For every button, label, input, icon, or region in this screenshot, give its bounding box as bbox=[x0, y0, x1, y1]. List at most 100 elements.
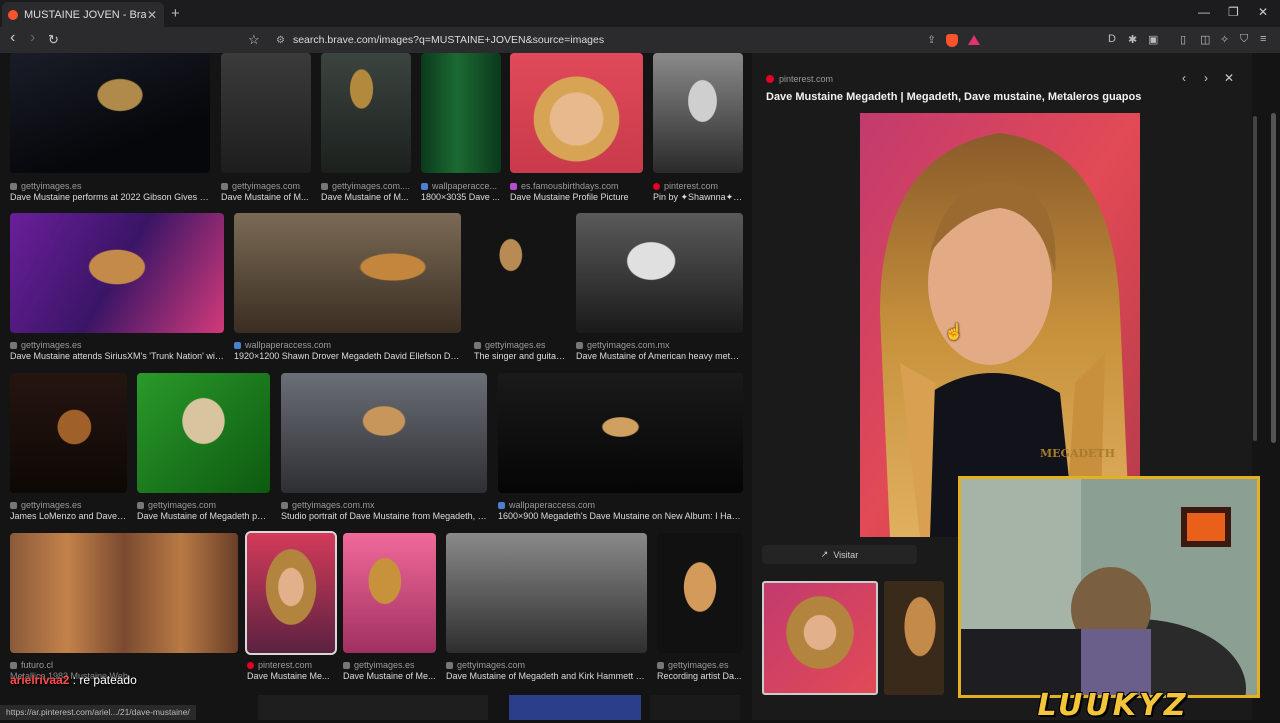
page-scrollbar[interactable] bbox=[1271, 113, 1276, 443]
result-source: gettyimages.com.... bbox=[321, 181, 410, 191]
reload-button[interactable]: ↻ bbox=[48, 32, 59, 48]
result-image[interactable] bbox=[245, 531, 337, 655]
result-caption[interactable]: Studio portrait of Dave Mustaine from Me… bbox=[281, 511, 487, 521]
status-bar-url: https://ar.pinterest.com/ariel.../21/dav… bbox=[0, 705, 196, 720]
sidebar-icon[interactable]: ▯ bbox=[1180, 33, 1186, 46]
webcam-feed bbox=[958, 476, 1260, 698]
result-image[interactable] bbox=[421, 53, 501, 173]
leo-ai-icon[interactable]: ✧ bbox=[1220, 33, 1229, 46]
famousbirthdays-icon bbox=[510, 182, 517, 190]
result-image[interactable] bbox=[10, 53, 210, 173]
result-caption[interactable]: Dave Mustaine Me... bbox=[247, 671, 335, 681]
result-image[interactable] bbox=[446, 533, 647, 653]
result-source: gettyimages.com.mx bbox=[281, 500, 375, 510]
result-caption[interactable]: James LoMenzo and Dave ... bbox=[10, 511, 127, 521]
result-image[interactable] bbox=[10, 373, 127, 493]
detail-title[interactable]: Dave Mustaine Megadeth | Megadeth, Dave … bbox=[766, 91, 1141, 103]
share-icon[interactable]: ⇪ bbox=[927, 34, 936, 46]
gettyimages-icon bbox=[657, 661, 664, 669]
result-image[interactable] bbox=[221, 53, 311, 173]
result-image[interactable] bbox=[137, 373, 270, 493]
result-caption[interactable]: Dave Mustaine of M... bbox=[221, 192, 311, 202]
gettyimages-icon bbox=[137, 501, 144, 509]
brave-shields-icon[interactable] bbox=[946, 33, 958, 47]
result-caption[interactable]: Recording artist Da... bbox=[657, 671, 743, 681]
visit-button[interactable]: ↗ Visitar bbox=[762, 545, 917, 564]
result-source: gettyimages.es bbox=[10, 340, 82, 350]
result-image-partial[interactable] bbox=[258, 695, 488, 720]
media-icon[interactable]: ▣ bbox=[1148, 33, 1158, 46]
result-caption[interactable]: Pin by ✦Shawnna✦ ... bbox=[653, 192, 743, 203]
address-bar[interactable]: ⚙ search.brave.com/images?q=MUSTAINE+JOV… bbox=[268, 30, 988, 50]
gettyimages-icon bbox=[446, 661, 453, 669]
back-button[interactable]: ‹ bbox=[10, 29, 15, 47]
close-detail-button[interactable]: ✕ bbox=[1224, 71, 1234, 85]
result-image[interactable] bbox=[474, 213, 566, 333]
tab-title: MUSTAINE JOVEN - Brave Search bbox=[24, 8, 146, 21]
result-caption[interactable]: 1920×1200 Shawn Drover Megadeth David El… bbox=[234, 351, 461, 361]
result-source: pinterest.com bbox=[653, 181, 718, 191]
brave-rewards-icon[interactable] bbox=[968, 35, 980, 45]
result-image[interactable] bbox=[343, 533, 436, 653]
wallet-icon[interactable]: ◫ bbox=[1200, 33, 1210, 46]
detail-source[interactable]: pinterest.com bbox=[766, 74, 833, 84]
vpn-icon[interactable]: ⛉ bbox=[1240, 33, 1248, 46]
bookmark-icon[interactable]: ☆ bbox=[248, 32, 260, 48]
result-caption[interactable]: Dave Mustaine of American heavy metal ..… bbox=[576, 351, 743, 361]
extensions-puzzle-icon[interactable]: ✱ bbox=[1128, 33, 1137, 46]
webcam-scene bbox=[961, 479, 1257, 695]
result-caption[interactable]: The singer and guitari... bbox=[474, 351, 566, 361]
close-tab-icon[interactable]: ✕ bbox=[146, 8, 158, 22]
pinterest-icon bbox=[653, 182, 660, 190]
result-image[interactable] bbox=[576, 213, 743, 333]
result-source: gettyimages.com.mx bbox=[576, 340, 670, 350]
result-caption[interactable]: Dave Mustaine performs at 2022 Gibson Gi… bbox=[10, 192, 210, 202]
related-thumbnail[interactable] bbox=[884, 581, 944, 695]
detail-scrollbar[interactable] bbox=[1253, 116, 1257, 441]
browser-tab[interactable]: MUSTAINE JOVEN - Brave Search ✕ bbox=[2, 2, 164, 27]
site-settings-icon[interactable]: ⚙ bbox=[276, 35, 285, 46]
url-text: search.brave.com/images?q=MUSTAINE+JOVEN… bbox=[292, 34, 605, 46]
result-image[interactable] bbox=[234, 213, 461, 333]
result-source: es.famousbirthdays.com bbox=[510, 181, 619, 191]
result-caption[interactable]: 1800×3035 Dave ... bbox=[421, 192, 501, 202]
gettyimages-icon bbox=[10, 341, 17, 349]
result-image[interactable] bbox=[498, 373, 743, 493]
result-image[interactable] bbox=[657, 533, 743, 653]
result-image[interactable] bbox=[321, 53, 411, 173]
result-caption[interactable]: Dave Mustaine attends SiriusXM's 'Trunk … bbox=[10, 351, 224, 361]
result-caption[interactable]: Dave Mustaine of Megadeth per... bbox=[137, 511, 270, 521]
result-image[interactable] bbox=[653, 53, 743, 173]
related-thumbnail-selected[interactable] bbox=[762, 581, 878, 695]
webcam-overlay: LUUKYZ bbox=[948, 468, 1270, 723]
result-caption[interactable]: Dave Mustaine of Me... bbox=[343, 671, 436, 681]
mouse-cursor-icon: ☝ bbox=[944, 324, 964, 341]
result-image[interactable] bbox=[281, 373, 487, 493]
gettyimages-icon bbox=[10, 501, 17, 509]
result-caption[interactable]: Dave Mustaine of Megadeth and Kirk Hamme… bbox=[446, 671, 647, 681]
browser-toolbar: ‹ › ↻ ☆ ⚙ search.brave.com/images?q=MUST… bbox=[0, 27, 1280, 53]
minimize-button[interactable]: — bbox=[1198, 5, 1210, 19]
result-image-partial[interactable] bbox=[650, 695, 740, 720]
next-image-button[interactable]: › bbox=[1204, 71, 1208, 85]
result-image-partial[interactable] bbox=[509, 695, 641, 720]
extension-d-icon[interactable]: D bbox=[1108, 33, 1116, 45]
new-tab-button[interactable]: + bbox=[171, 5, 180, 22]
result-source: futuro.cl bbox=[10, 660, 53, 670]
gettyimages-icon bbox=[221, 182, 228, 190]
brave-favicon-icon bbox=[8, 9, 18, 20]
restore-button[interactable]: ❐ bbox=[1228, 5, 1239, 19]
gettyimages-icon bbox=[321, 182, 328, 190]
result-image[interactable] bbox=[10, 533, 238, 653]
pinterest-icon bbox=[766, 75, 774, 83]
previous-image-button[interactable]: ‹ bbox=[1182, 71, 1186, 85]
result-caption[interactable]: Dave Mustaine Profile Picture bbox=[510, 192, 643, 202]
forward-button[interactable]: › bbox=[30, 29, 35, 47]
result-caption[interactable]: Dave Mustaine of M... bbox=[321, 192, 411, 202]
result-image[interactable] bbox=[10, 213, 224, 333]
result-caption[interactable]: 1600×900 Megadeth's Dave Mustaine on New… bbox=[498, 511, 743, 521]
close-window-button[interactable]: ✕ bbox=[1258, 5, 1268, 19]
menu-icon[interactable]: ≡ bbox=[1260, 33, 1266, 45]
result-image[interactable] bbox=[510, 53, 643, 173]
result-source: gettyimages.com bbox=[137, 500, 216, 510]
